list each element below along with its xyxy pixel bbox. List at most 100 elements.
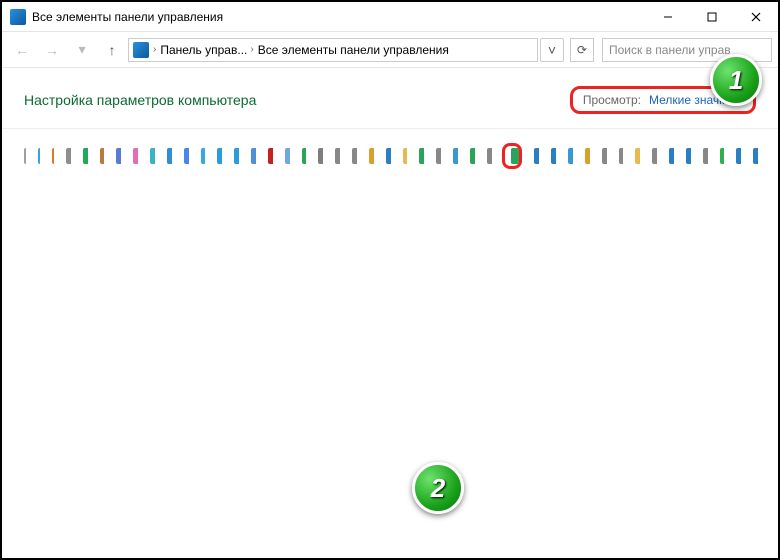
control-panel-icon bbox=[133, 42, 149, 58]
applet-icon bbox=[669, 148, 674, 164]
control-panel-item[interactable]: Персонализация bbox=[131, 143, 138, 169]
applet-icon bbox=[619, 148, 624, 164]
control-panel-item[interactable]: Электропитание bbox=[502, 143, 523, 169]
applet-icon bbox=[436, 148, 441, 164]
applet-icon bbox=[66, 148, 71, 164]
applet-icon bbox=[568, 148, 573, 164]
control-panel-item[interactable]: Защитник Windows bbox=[333, 143, 340, 169]
control-panel-item[interactable]: Рабочие папки bbox=[401, 143, 408, 169]
applet-icon bbox=[720, 148, 725, 164]
applet-icon bbox=[116, 148, 121, 164]
back-button[interactable]: ← bbox=[8, 36, 36, 64]
applet-icon bbox=[736, 148, 741, 164]
applet-icon bbox=[470, 148, 475, 164]
applet-icon bbox=[453, 148, 458, 164]
applet-icon bbox=[38, 148, 40, 164]
applet-icon bbox=[635, 148, 640, 164]
applet-icon bbox=[753, 148, 758, 164]
control-panel-item[interactable]: Безопасность и обслуживание bbox=[549, 143, 556, 169]
applet-icon bbox=[318, 148, 323, 164]
control-panel-item[interactable]: Диспетчер устройств bbox=[316, 143, 323, 169]
control-panel-item[interactable]: Распознавание речи bbox=[667, 143, 674, 169]
control-panel-item[interactable]: Учетные записи пользователей bbox=[718, 143, 725, 169]
control-panel-item[interactable]: Устранение неполадок bbox=[199, 143, 206, 169]
control-panel-item[interactable]: ASUS Smart Gesture bbox=[22, 143, 26, 169]
control-panel-item[interactable]: Программы и компоненты bbox=[650, 143, 657, 169]
breadcrumb-item[interactable]: Все элементы панели управления bbox=[258, 43, 449, 57]
applet-icon bbox=[652, 148, 657, 164]
control-panel-item[interactable]: Центр синхронизации bbox=[468, 143, 475, 169]
applet-icon bbox=[285, 148, 290, 164]
applet-icon bbox=[551, 148, 556, 164]
maximize-button[interactable] bbox=[690, 2, 734, 32]
control-panel-items: ASUS Smart Gesture Автозапуск Брандмауэр W… bbox=[2, 129, 778, 177]
control-panel-item[interactable]: Центр специальных возможностей bbox=[734, 143, 741, 169]
control-panel-item[interactable]: Автозапуск bbox=[36, 143, 40, 169]
control-panel-item[interactable]: Дата и время bbox=[566, 143, 573, 169]
applet-icon bbox=[386, 148, 391, 164]
minimize-button[interactable] bbox=[646, 2, 690, 32]
history-dropdown[interactable]: ˅ bbox=[540, 38, 564, 62]
control-panel-item[interactable]: Брандмауэр Windows bbox=[50, 143, 54, 169]
control-panel-item[interactable]: Параметры Проводника bbox=[633, 143, 640, 169]
control-panel-item[interactable]: Система bbox=[182, 143, 189, 169]
close-button[interactable] bbox=[734, 2, 778, 32]
control-panel-item[interactable]: Дисковые пространства bbox=[64, 143, 71, 169]
control-panel-icon bbox=[10, 9, 26, 25]
control-panel-item[interactable]: Параметры индексирования bbox=[367, 143, 374, 169]
applet-icon bbox=[403, 148, 408, 164]
title-bar: Все элементы панели управления bbox=[2, 2, 778, 32]
applet-icon bbox=[251, 148, 256, 164]
control-panel-item[interactable]: Flash Player (32 бита) bbox=[266, 143, 273, 169]
control-panel-item[interactable]: Домашняя группа bbox=[81, 143, 88, 169]
window-title: Все элементы панели управления bbox=[32, 10, 646, 24]
breadcrumb-item[interactable]: Панель управ...› bbox=[160, 43, 253, 57]
control-panel-item[interactable]: Экран bbox=[249, 143, 256, 169]
control-panel-item[interactable]: Восстановление bbox=[300, 143, 307, 169]
control-panel-item[interactable]: Шифрование диска BitLocker bbox=[485, 143, 492, 169]
applet-icon bbox=[369, 148, 374, 164]
control-panel-item[interactable]: Управление цветом bbox=[701, 143, 708, 169]
control-panel-item[interactable]: Резервное копирование и восстан... bbox=[417, 143, 424, 169]
control-panel-item[interactable]: Региональные стандарты bbox=[165, 143, 172, 169]
applet-icon bbox=[602, 148, 607, 164]
control-panel-item[interactable]: Клавиатура bbox=[350, 143, 357, 169]
applet-icon bbox=[24, 148, 26, 164]
control-panel-item[interactable]: Устройства и принтеры bbox=[451, 143, 458, 169]
up-button[interactable]: ↑ bbox=[98, 36, 126, 64]
control-panel-item[interactable]: Свойства браузера bbox=[684, 143, 691, 169]
applet-icon bbox=[487, 148, 492, 164]
control-panel-item[interactable]: HD-графика Intel® bbox=[532, 143, 539, 169]
control-panel-item[interactable]: Программы по умолчанию bbox=[148, 143, 155, 169]
control-panel-item[interactable]: История файлов bbox=[98, 143, 105, 169]
control-panel-item[interactable]: Телефон и модем bbox=[434, 143, 441, 169]
control-panel-item[interactable]: Администрирование bbox=[283, 143, 290, 169]
control-panel-item[interactable]: Панель задач и навигация bbox=[114, 143, 121, 169]
applet-icon bbox=[217, 148, 222, 164]
applet-icon bbox=[201, 148, 206, 164]
applet-icon bbox=[83, 148, 88, 164]
control-panel-item[interactable]: Центр управления сетями и общи... bbox=[232, 143, 239, 169]
callout-badge-1: 1 bbox=[710, 54, 762, 106]
control-panel-item[interactable]: Подключения к удаленным рабоч... bbox=[384, 143, 391, 169]
forward-button[interactable]: → bbox=[38, 36, 66, 64]
address-bar[interactable]: › Панель управ...› Все элементы панели у… bbox=[128, 38, 538, 62]
applet-icon bbox=[703, 148, 708, 164]
recent-history-button[interactable]: ▾ bbox=[68, 36, 96, 64]
applet-icon bbox=[52, 148, 54, 164]
control-panel-item[interactable]: Шрифты bbox=[751, 143, 758, 169]
control-panel-item[interactable]: Мышь bbox=[617, 143, 624, 169]
control-panel-item[interactable]: Центр мобильности Windows bbox=[215, 143, 222, 169]
refresh-button[interactable]: ⟳ bbox=[570, 38, 594, 62]
control-panel-item[interactable]: Диспетчер учетных данных bbox=[583, 143, 590, 169]
applet-icon bbox=[585, 148, 590, 164]
control-panel-item[interactable]: Звук bbox=[600, 143, 607, 169]
applet-icon bbox=[100, 148, 105, 164]
breadcrumb[interactable]: › bbox=[153, 44, 156, 55]
applet-icon bbox=[234, 148, 239, 164]
applet-icon bbox=[184, 148, 189, 164]
applet-icon bbox=[534, 148, 539, 164]
applet-icon bbox=[268, 148, 273, 164]
applet-icon bbox=[352, 148, 357, 164]
search-placeholder: Поиск в панели управ bbox=[609, 43, 731, 57]
